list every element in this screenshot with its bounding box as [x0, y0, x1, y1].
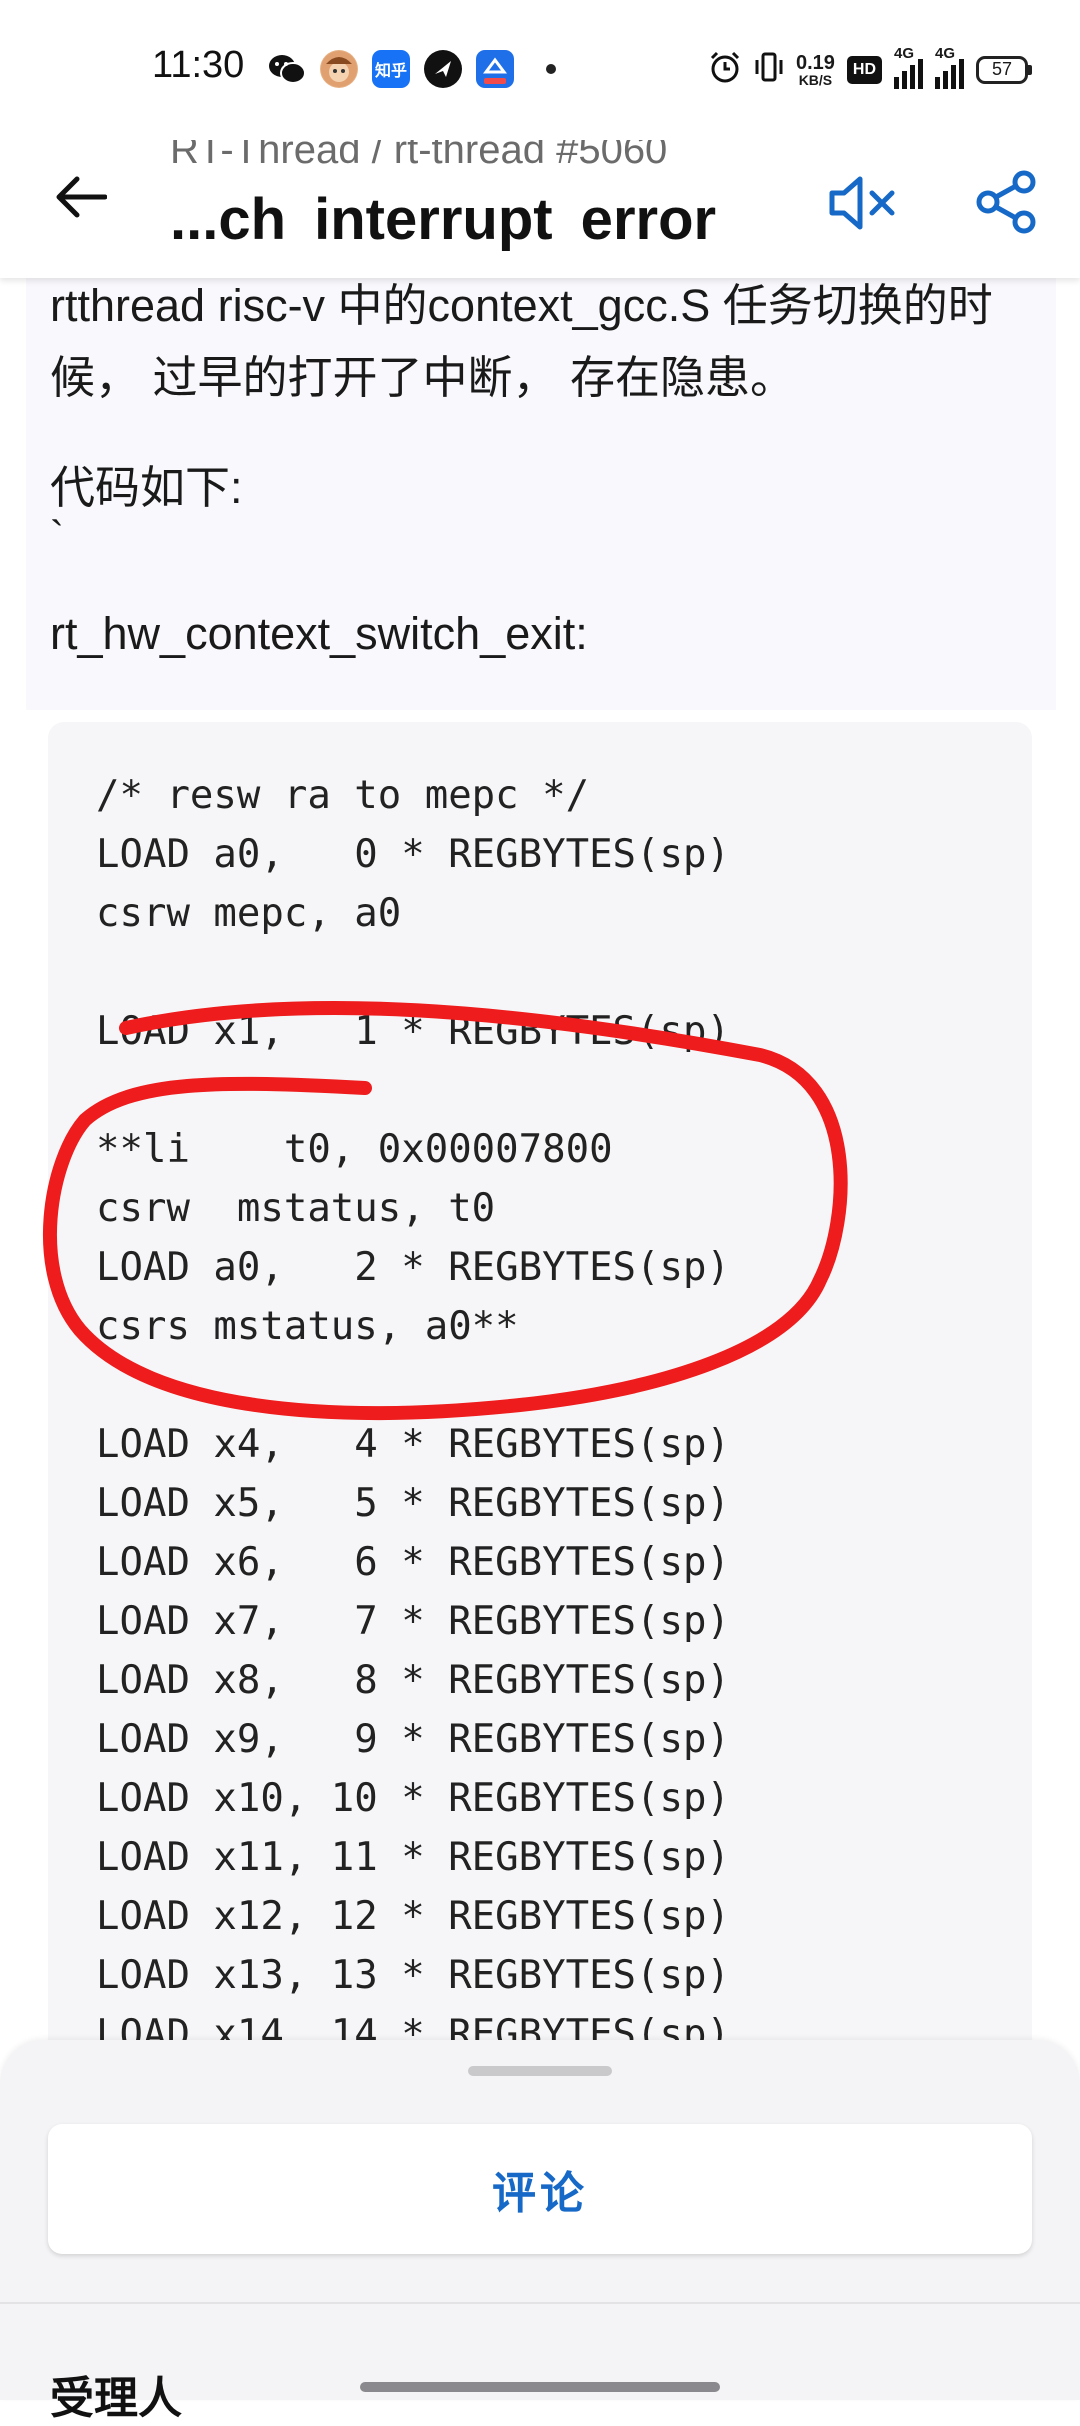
signal-label-1: 4G [894, 44, 915, 62]
network-speed-unit: KB/S [798, 71, 833, 88]
code-intro-text: 代码如下: [50, 462, 243, 513]
code-line: LOAD x7, 7 * REGBYTES(sp) [96, 1599, 730, 1644]
code-line: LOAD x5, 5 * REGBYTES(sp) [96, 1481, 730, 1526]
zhihu-icon: 知乎 [372, 50, 410, 88]
code-block: /* resw ra to mepc */ LOAD a0, 0 * REGBYT… [48, 722, 1032, 2262]
status-right: 0.19 KB/S HD 4G 4G 57 [708, 45, 1032, 89]
code-line: **li t0, 0x00007800 [96, 1127, 613, 1172]
pay-icon [476, 50, 514, 88]
app-header: RT-Thread / rt-thread #5060 ...ch interr… [0, 120, 1080, 278]
code-line: LOAD x11, 11 * REGBYTES(sp) [96, 1835, 730, 1880]
page-title: ...ch interrupt error [170, 187, 717, 252]
code-line: csrw mepc, a0 [96, 891, 402, 936]
code-line: LOAD x6, 6 * REGBYTES(sp) [96, 1540, 730, 1585]
wechat-icon [268, 50, 306, 88]
code-line: /* resw ra to mepc */ [96, 773, 590, 818]
hd-badge: HD [846, 55, 882, 84]
battery-icon: 57 [976, 55, 1032, 84]
network-speed: 0.19 KB/S [796, 53, 835, 87]
code-line: LOAD x12, 12 * REGBYTES(sp) [96, 1894, 730, 1939]
status-bar: 11:30 知乎 0.19 KB/S HD 4G 4G 57 [0, 0, 1080, 140]
bird-icon [424, 50, 462, 88]
network-speed-value: 0.19 [795, 51, 835, 74]
backtick-text: ` [50, 512, 64, 559]
share-button[interactable] [968, 164, 1044, 240]
issue-description: rtthread risc-v 中的context_gcc.S 任务切换的时候，… [50, 280, 993, 403]
code-line: LOAD x4, 4 * REGBYTES(sp) [96, 1422, 730, 1467]
code-line: csrs mstatus, a0** [96, 1304, 519, 1349]
signal-icon-2: 4G [935, 45, 964, 89]
signal-label-2: 4G [935, 44, 956, 62]
code-line: LOAD x1, 1 * REGBYTES(sp) [96, 1009, 730, 1054]
avatar-icon [320, 50, 358, 88]
function-label: rt_hw_context_switch_exit: [50, 608, 588, 659]
vibrate-icon [754, 50, 784, 89]
code-line: LOAD x10, 10 * REGBYTES(sp) [96, 1776, 730, 1821]
home-indicator[interactable] [360, 2382, 720, 2392]
code-line: LOAD x9, 9 * REGBYTES(sp) [96, 1717, 730, 1762]
signal-icon-1: 4G [894, 45, 923, 89]
back-arrow-icon [56, 176, 107, 218]
bottom-sheet: 评论 受理人 [0, 2040, 1080, 2423]
back-button[interactable] [46, 162, 116, 232]
comment-button-label: 评论 [492, 2169, 588, 2218]
code-line: LOAD x13, 13 * REGBYTES(sp) [96, 1953, 730, 1998]
code-lines: /* resw ra to mepc */ LOAD a0, 0 * REGBYT… [96, 766, 730, 2064]
mute-button[interactable] [822, 168, 902, 238]
alarm-icon [708, 50, 742, 89]
sheet-drag-handle[interactable] [468, 2066, 612, 2076]
status-time: 11:30 [152, 44, 245, 86]
comment-button[interactable]: 评论 [48, 2124, 1032, 2254]
assignee-label: 受理人 [50, 2374, 182, 2423]
battery-level: 57 [976, 55, 1028, 84]
volume-mute-icon [829, 176, 895, 230]
notification-dot-icon [546, 64, 556, 74]
status-app-icons: 知乎 [268, 50, 556, 88]
share-icon [976, 170, 1036, 234]
code-line: LOAD x8, 8 * REGBYTES(sp) [96, 1658, 730, 1703]
sheet-divider [0, 2302, 1080, 2304]
code-line: LOAD a0, 2 * REGBYTES(sp) [96, 1245, 730, 1290]
code-line: csrw mstatus, t0 [96, 1186, 496, 1231]
code-line: LOAD a0, 0 * REGBYTES(sp) [96, 832, 730, 877]
